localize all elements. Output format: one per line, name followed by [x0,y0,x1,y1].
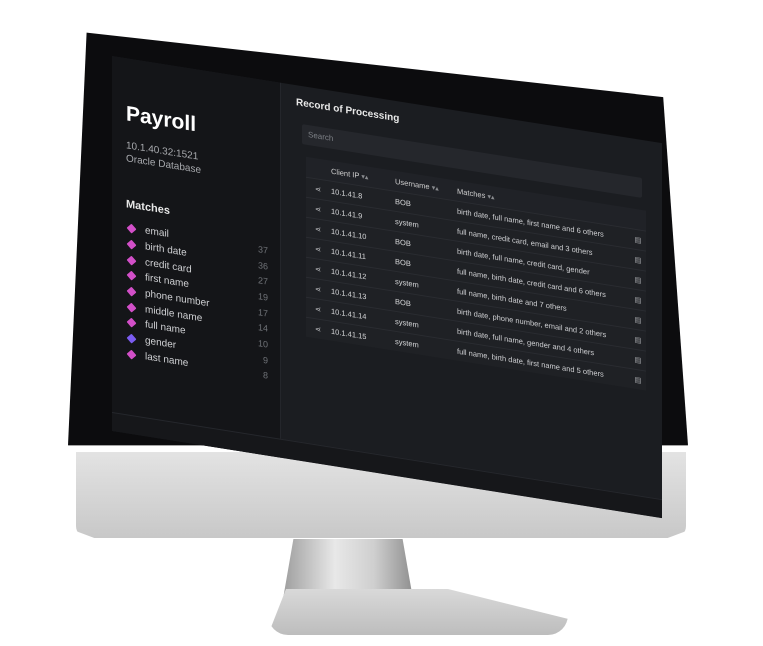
document-icon[interactable]: ▤ [630,288,646,312]
share-icon[interactable]: ⋖ [306,317,330,341]
column-label: Username [395,176,430,191]
match-count: 27 [257,275,268,287]
tag-icon [126,239,137,250]
tag-icon [126,302,137,313]
document-icon[interactable]: ▤ [630,268,646,292]
tag-icon [126,349,137,360]
section-title: Record of Processing [296,97,400,125]
sort-icon[interactable]: ▾▴ [432,184,439,192]
monitor-stand-base [268,589,568,635]
column-label: Client IP [331,166,360,180]
records-table: Client IP ▾▴ Username ▾▴ Matches ▾▴ ⋖ 10… [306,156,646,391]
tag-icon [126,318,137,329]
tag-icon [126,333,137,344]
doc-column-header [630,208,646,232]
document-icon[interactable]: ▤ [630,368,646,391]
match-count: 19 [257,291,268,303]
match-count: 37 [257,243,268,256]
match-count: 36 [257,259,268,272]
match-count: 17 [257,306,268,319]
tag-icon [126,271,137,281]
column-label: Matches [457,186,486,200]
document-icon[interactable]: ▤ [630,308,646,332]
document-icon[interactable]: ▤ [630,348,646,372]
sidebar: Payroll 10.1.40.32:1521 Oracle Database … [112,56,281,458]
match-count: 14 [257,322,268,334]
match-count: 9 [262,354,268,366]
match-count: 8 [262,370,268,382]
tag-icon [126,223,137,234]
matches-heading: Matches [126,198,171,218]
sort-icon[interactable]: ▾▴ [487,193,494,201]
sort-icon[interactable]: ▾▴ [361,173,368,181]
app-title: Payroll [126,102,197,137]
tag-icon [126,255,137,266]
match-count: 10 [257,338,268,350]
document-icon[interactable]: ▤ [630,228,646,252]
tag-icon [126,286,137,297]
document-icon[interactable]: ▤ [630,248,646,272]
match-list: email 37 birth date 36 credit card 27 fi… [126,221,268,384]
document-icon[interactable]: ▤ [630,328,646,352]
